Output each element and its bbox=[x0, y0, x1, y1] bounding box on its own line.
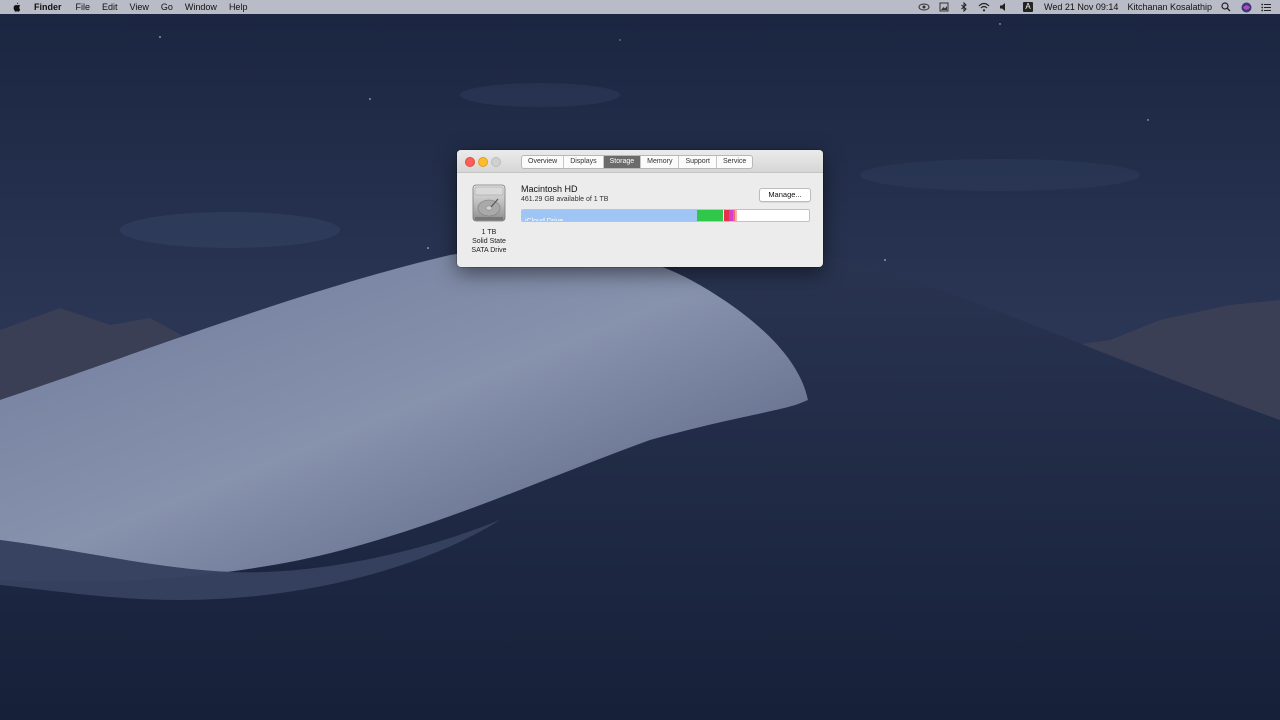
menu-app-finder[interactable]: Finder bbox=[34, 2, 62, 12]
minimize-button[interactable] bbox=[478, 157, 488, 167]
bluetooth-icon[interactable] bbox=[958, 1, 970, 13]
drive-interface: SATA Drive bbox=[471, 247, 507, 254]
manage-button[interactable]: Manage... bbox=[759, 188, 811, 202]
menu-go[interactable]: Go bbox=[161, 2, 173, 12]
tab-storage[interactable]: Storage bbox=[603, 156, 642, 168]
wallpaper-dunes bbox=[0, 0, 1280, 720]
drive-caption: 1 TB Solid State SATA Drive bbox=[463, 228, 515, 255]
search-icon[interactable] bbox=[1220, 1, 1232, 13]
wifi-icon[interactable] bbox=[978, 1, 990, 13]
menu-bar: Finder File Edit View Go Window Help A W… bbox=[0, 0, 1280, 14]
image-icon[interactable] bbox=[938, 1, 950, 13]
eye-icon[interactable] bbox=[918, 1, 930, 13]
storage-usage-bar[interactable]: iCloud Drive bbox=[521, 209, 810, 222]
drive-capacity: 1 TB bbox=[481, 229, 497, 236]
drive-type: Solid State bbox=[472, 238, 506, 245]
tab-service[interactable]: Service bbox=[717, 156, 752, 168]
input-source-icon[interactable]: A bbox=[1022, 1, 1034, 13]
tab-displays[interactable]: Displays bbox=[564, 156, 604, 168]
menu-clock[interactable]: Wed 21 Nov 09:14 bbox=[1044, 2, 1118, 12]
apple-menu-icon[interactable] bbox=[12, 2, 22, 13]
storage-segment-label: iCloud Drive bbox=[525, 218, 564, 222]
notification-center-icon[interactable] bbox=[1260, 1, 1272, 13]
about-this-mac-window: Overview Displays Storage Memory Support… bbox=[457, 150, 823, 267]
desktop-wallpaper bbox=[0, 0, 1280, 720]
close-button[interactable] bbox=[465, 157, 475, 167]
storage-segment[interactable] bbox=[734, 210, 737, 221]
tab-memory[interactable]: Memory bbox=[641, 156, 680, 168]
input-source-letter: A bbox=[1023, 2, 1034, 12]
siri-icon[interactable] bbox=[1240, 1, 1252, 13]
tab-bar: Overview Displays Storage Memory Support… bbox=[521, 155, 754, 169]
disk-available: 461.29 GB available of 1 TB bbox=[521, 196, 609, 203]
storage-segment[interactable]: iCloud Drive bbox=[522, 210, 698, 222]
window-titlebar[interactable]: Overview Displays Storage Memory Support… bbox=[457, 150, 823, 173]
menu-user-name[interactable]: Kitchanan Kosalathip bbox=[1127, 2, 1212, 12]
menu-window[interactable]: Window bbox=[185, 2, 217, 12]
menu-view[interactable]: View bbox=[130, 2, 149, 12]
tab-overview[interactable]: Overview bbox=[522, 156, 565, 168]
volume-icon[interactable] bbox=[998, 1, 1010, 13]
disk-name: Macintosh HD bbox=[521, 184, 578, 194]
hard-drive-icon bbox=[471, 183, 507, 223]
menu-help[interactable]: Help bbox=[229, 2, 248, 12]
zoom-button[interactable] bbox=[491, 157, 501, 167]
storage-segment[interactable] bbox=[697, 210, 723, 221]
menu-file[interactable]: File bbox=[76, 2, 91, 12]
menu-edit[interactable]: Edit bbox=[102, 2, 118, 12]
tab-support[interactable]: Support bbox=[679, 156, 717, 168]
